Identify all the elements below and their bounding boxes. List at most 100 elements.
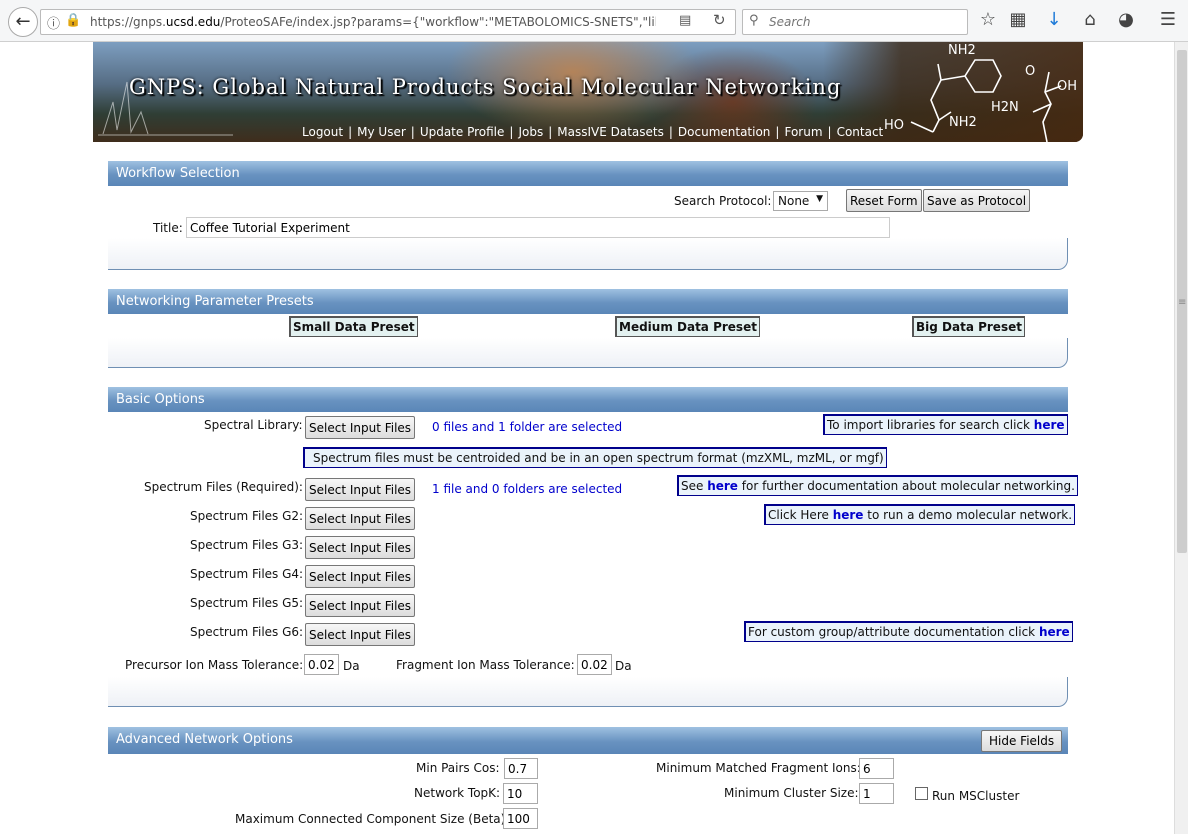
networking-docs-info: See here for further documentation about… xyxy=(677,475,1078,496)
back-arrow-icon[interactable]: ← xyxy=(8,7,38,37)
reload-icon[interactable]: ↻ xyxy=(713,11,726,29)
spectrum-files-g4-label: Spectrum Files G4: xyxy=(190,567,304,581)
address-bar[interactable]: ⓘ 🔒 https://gnps.ucsd.edu/ProteoSAFe/ind… xyxy=(40,9,736,35)
reading-list-icon[interactable]: ▦ xyxy=(1007,9,1029,30)
download-icon[interactable]: ↓ xyxy=(1043,9,1065,30)
select-g3-files-button[interactable]: Select Input Files xyxy=(305,536,416,559)
nav-documentation[interactable]: Documentation xyxy=(678,125,771,139)
search-protocol-select[interactable]: None ▼ xyxy=(773,191,828,211)
chem-label: NH2 xyxy=(949,115,977,130)
spectrum-files-label: Spectrum Files (Required): xyxy=(144,480,303,494)
presets-panel-footer xyxy=(108,338,1068,368)
max-component-size-label: Maximum Connected Component Size (Beta): xyxy=(235,812,510,826)
min-matched-fragment-label: Minimum Matched Fragment Ions: xyxy=(656,761,861,775)
nav-contact[interactable]: Contact xyxy=(837,125,884,139)
custom-info-text: For custom group/attribute documentation… xyxy=(748,625,1039,639)
select-g2-files-button[interactable]: Select Input Files xyxy=(305,507,416,530)
demo-post-text: to run a demo molecular network. xyxy=(863,508,1073,522)
small-data-preset-button[interactable]: Small Data Preset xyxy=(289,316,418,337)
fragment-tolerance-input[interactable] xyxy=(577,654,612,675)
demo-network-link[interactable]: here xyxy=(833,508,864,522)
workflow-panel-footer xyxy=(108,238,1068,270)
run-mscluster-label: Run MSCluster xyxy=(932,789,1020,803)
medium-data-preset-button[interactable]: Medium Data Preset xyxy=(615,316,760,337)
advanced-network-header: Advanced Network Options xyxy=(108,727,1068,754)
nav-forum[interactable]: Forum xyxy=(784,125,822,139)
page-scrollbar[interactable]: ≡ xyxy=(1174,42,1188,834)
custom-group-docs-link[interactable]: here xyxy=(1039,625,1070,639)
select-g6-files-button[interactable]: Select Input Files xyxy=(305,623,416,646)
select-g5-files-button[interactable]: Select Input Files xyxy=(305,594,416,617)
home-icon[interactable]: ⌂ xyxy=(1079,9,1101,30)
top-nav: Logout | My User | Update Profile | Jobs | MassI… xyxy=(302,125,884,139)
nav-update-profile[interactable]: Update Profile xyxy=(420,125,505,139)
run-mscluster-checkbox[interactable] xyxy=(915,787,928,800)
pocket-icon[interactable]: ◕ xyxy=(1115,9,1137,30)
library-selection-status: 0 files and 1 folder are selected xyxy=(432,420,623,434)
search-box[interactable]: ⚲ xyxy=(742,9,968,35)
spectral-library-label: Spectral Library: xyxy=(204,418,303,432)
spectrum-selection-status: 1 file and 0 folders are selected xyxy=(432,482,623,496)
title-input[interactable] xyxy=(186,217,890,238)
select-spectrum-files-button[interactable]: Select Input Files xyxy=(305,478,416,501)
spectrum-files-g6-label: Spectrum Files G6: xyxy=(190,625,304,639)
nav-logout[interactable]: Logout xyxy=(302,125,343,139)
chem-label: HO xyxy=(884,118,904,133)
chem-label: O xyxy=(1025,64,1035,79)
centroid-note: Spectrum files must be centroided and be… xyxy=(303,447,887,468)
demo-pre-text: Click Here xyxy=(768,508,833,522)
precursor-tolerance-input[interactable] xyxy=(304,654,339,675)
spectrum-files-g5-label: Spectrum Files G5: xyxy=(190,596,304,610)
see-docs-text: for further documentation about molecula… xyxy=(737,479,1075,493)
custom-group-info: For custom group/attribute documentation… xyxy=(744,621,1073,642)
reader-view-icon[interactable]: ▤ xyxy=(679,13,691,28)
max-component-size-input[interactable] xyxy=(503,808,538,829)
demo-network-info: Click Here here to run a demo molecular … xyxy=(764,504,1076,525)
network-topk-input[interactable] xyxy=(503,783,538,804)
chevron-down-icon: ▼ xyxy=(816,194,823,204)
presets-header: Networking Parameter Presets xyxy=(108,289,1068,314)
select-g4-files-button[interactable]: Select Input Files xyxy=(305,565,416,588)
nav-jobs[interactable]: Jobs xyxy=(518,125,543,139)
import-info-text: To import libraries for search click xyxy=(827,418,1034,432)
menu-icon[interactable]: ☰ xyxy=(1157,9,1179,30)
precursor-tolerance-label: Precursor Ion Mass Tolerance: xyxy=(125,658,304,672)
search-input[interactable] xyxy=(767,13,963,31)
min-matched-fragment-input[interactable] xyxy=(859,758,894,779)
spectrum-files-g2-label: Spectrum Files G2: xyxy=(190,509,304,523)
spectrum-files-g3-label: Spectrum Files G3: xyxy=(190,538,304,552)
min-cluster-size-input[interactable] xyxy=(859,783,894,804)
scroll-grip-icon: ≡ xyxy=(1178,297,1187,308)
hide-fields-button[interactable]: Hide Fields xyxy=(981,730,1063,752)
import-libraries-link[interactable]: here xyxy=(1034,418,1065,432)
site-banner: NH2 O OH H2N HO NH2 GNPS: Global Natural… xyxy=(93,42,1083,142)
chem-label: NH2 xyxy=(948,43,976,58)
chem-label: H2N xyxy=(991,100,1019,115)
reset-form-button[interactable]: Reset Form xyxy=(846,189,922,212)
basic-panel-footer xyxy=(108,677,1068,707)
url-text[interactable]: https://gnps.ucsd.edu/ProteoSAFe/index.j… xyxy=(90,15,656,29)
chem-label: OH xyxy=(1057,79,1077,94)
select-library-files-button[interactable]: Select Input Files xyxy=(305,416,416,439)
browser-toolbar: ← ⓘ 🔒 https://gnps.ucsd.edu/ProteoSAFe/i… xyxy=(0,0,1188,42)
min-pairs-cos-label: Min Pairs Cos: xyxy=(416,761,500,775)
lock-icon: 🔒 xyxy=(65,13,82,28)
save-as-protocol-button[interactable]: Save as Protocol xyxy=(923,189,1031,212)
network-topk-label: Network TopK: xyxy=(414,786,501,800)
nav-my-user[interactable]: My User xyxy=(357,125,406,139)
fragment-tolerance-label: Fragment Ion Mass Tolerance: xyxy=(396,658,575,672)
basic-options-header: Basic Options xyxy=(108,387,1068,412)
nav-massive-datasets[interactable]: MassIVE Datasets xyxy=(557,125,664,139)
search-protocol-label: Search Protocol: xyxy=(674,194,772,208)
min-pairs-cos-input[interactable] xyxy=(504,758,538,779)
title-label: Title: xyxy=(153,221,183,235)
workflow-selection-header: Workflow Selection xyxy=(108,161,1068,186)
big-data-preset-button[interactable]: Big Data Preset xyxy=(912,316,1025,337)
precursor-unit-label: Da xyxy=(343,659,360,673)
networking-docs-link[interactable]: here xyxy=(707,479,738,493)
bookmark-star-icon[interactable]: ☆ xyxy=(977,9,999,30)
import-libraries-info: To import libraries for search click her… xyxy=(823,414,1068,435)
min-cluster-size-label: Minimum Cluster Size: xyxy=(724,786,859,800)
info-icon[interactable]: ⓘ xyxy=(47,13,60,32)
see-text: See xyxy=(681,479,708,493)
